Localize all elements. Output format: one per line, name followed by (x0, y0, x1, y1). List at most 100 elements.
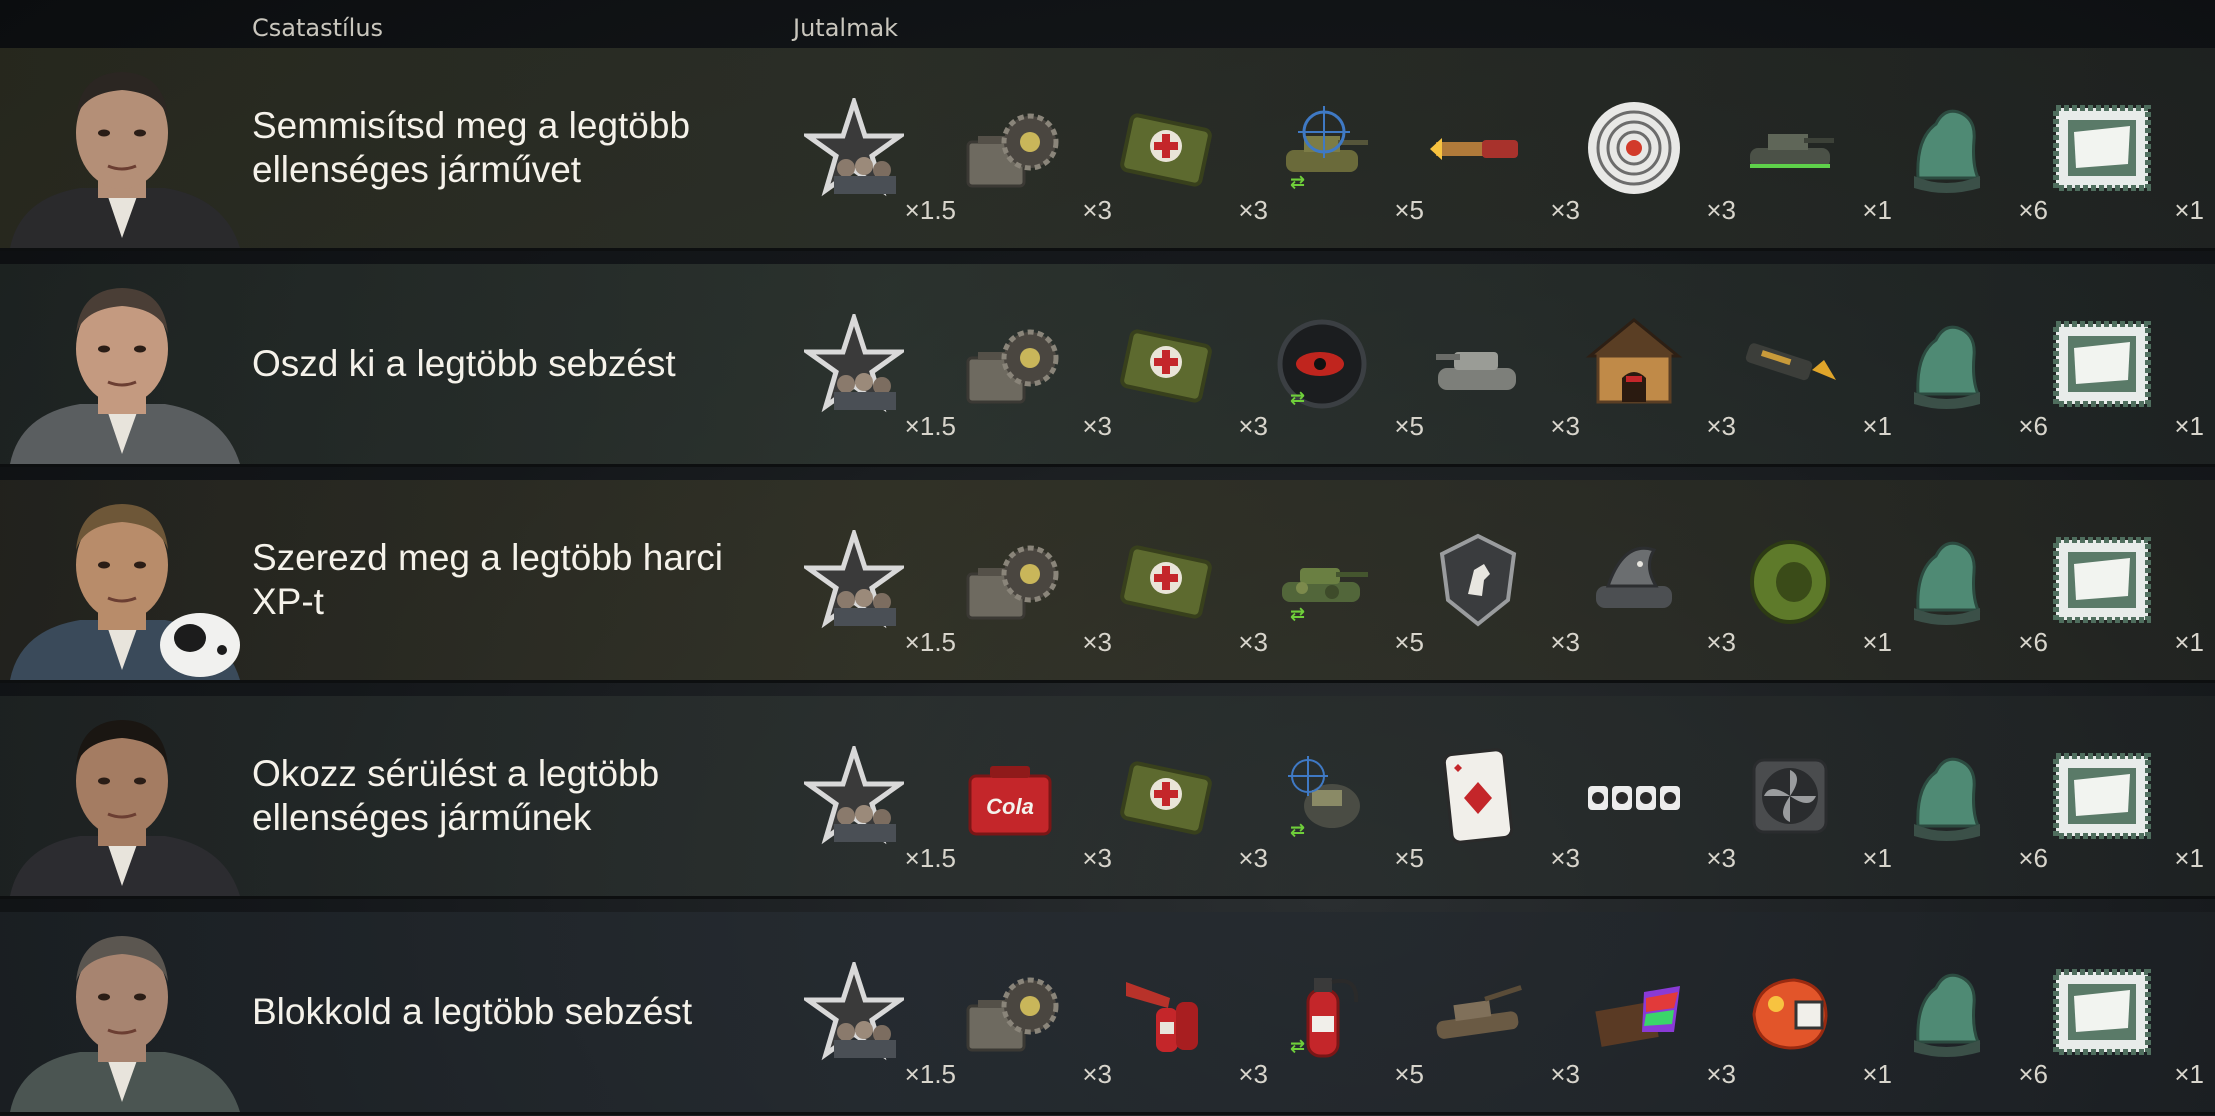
reward-item[interactable]: ×3 (1424, 48, 1580, 248)
reward-item[interactable]: ×3 (1580, 480, 1736, 680)
reward-item[interactable]: ×1.5 (800, 480, 956, 680)
crew-star-icon (800, 309, 908, 414)
target-icon (1584, 98, 1684, 198)
crew-portrait (0, 912, 245, 1112)
reward-item[interactable]: ×1.5 (800, 912, 956, 1112)
reward-item[interactable]: ×3 (1580, 264, 1736, 464)
reward-item[interactable]: ×6 (1892, 480, 2048, 680)
reward-item[interactable]: ×3 (1424, 912, 1580, 1112)
battle-style-row[interactable]: Oszd ki a legtöbb sebzést ×1.5 ×3 ×3 ⇄ ×5 ×3 ×3… (0, 264, 2215, 467)
reward-item[interactable]: ×3 (956, 48, 1112, 248)
svg-text:Cola: Cola (986, 794, 1034, 819)
reward-item[interactable]: ×6 (1892, 912, 2048, 1112)
crew-portrait (0, 48, 245, 248)
reward-count: ×3 (1550, 195, 1580, 225)
reward-item[interactable]: ×3 (1112, 480, 1268, 680)
equipment-kit-icon (960, 98, 1060, 198)
reward-item[interactable]: ×1 (2048, 480, 2204, 680)
reward-count: ×5 (1394, 627, 1424, 657)
battle-style-row[interactable]: Semmisítsd meg a legtöbb ellenséges járm… (0, 48, 2215, 251)
reward-item[interactable]: ×1.5 (800, 48, 956, 248)
wrecked-tank-icon (1428, 962, 1528, 1062)
deer-emblem-icon (1428, 530, 1528, 630)
equipment-kit-icon (960, 314, 1060, 414)
document-stamp-icon (2052, 962, 2152, 1062)
goat-emblem-icon (1896, 314, 1996, 414)
reward-item[interactable]: ×1 (1736, 696, 1892, 896)
reward-count: ×5 (1394, 411, 1424, 441)
reward-count: ×3 (1550, 843, 1580, 873)
reward-count: ×6 (2018, 843, 2048, 873)
battle-style-row[interactable]: Okozz sérülést a legtöbb ellenséges járm… (0, 696, 2215, 899)
reward-count: ×1 (1862, 627, 1892, 657)
reward-count: ×3 (1238, 627, 1268, 657)
header-rewards: Jutalmak (793, 14, 899, 42)
reward-item[interactable]: ×1 (2048, 912, 2204, 1112)
reward-item[interactable]: ×1 (1736, 480, 1892, 680)
battle-style-row[interactable]: Szerezd meg a legtöbb harci XP-t ×1.5 ×3 ×3… (0, 480, 2215, 683)
reward-item[interactable]: ×1 (2048, 696, 2204, 896)
reward-item[interactable]: ×3 (1424, 480, 1580, 680)
reward-item[interactable]: ×3 (1580, 48, 1736, 248)
equipment-kit-icon (960, 530, 1060, 630)
reward-item[interactable]: ⇄ ×5 (1268, 480, 1424, 680)
reward-count: ×3 (1238, 411, 1268, 441)
battle-style-title: Semmisítsd meg a legtöbb ellenséges járm… (252, 105, 691, 190)
reward-count: ×3 (1238, 843, 1268, 873)
document-stamp-icon (2052, 746, 2152, 846)
reward-item[interactable]: ×3 (956, 912, 1112, 1112)
reward-item[interactable]: ×3 (1112, 264, 1268, 464)
reward-count: ×5 (1394, 195, 1424, 225)
camo-tank-icon (1272, 530, 1372, 630)
reward-count: ×3 (1706, 1059, 1736, 1089)
reward-item[interactable]: ⇄ ×5 (1268, 696, 1424, 896)
first-aid-kit-icon (1116, 530, 1216, 630)
reward-item[interactable]: ×3 (956, 480, 1112, 680)
reward-item[interactable]: ⇄ ×5 (1268, 48, 1424, 248)
green-disc-icon (1740, 530, 1840, 630)
document-stamp-icon (2052, 98, 2152, 198)
horn-bottles-icon (1116, 962, 1216, 1062)
reward-item[interactable]: ×3 (1112, 696, 1268, 896)
reward-count: ×6 (2018, 627, 2048, 657)
reward-item[interactable]: ×3 (1424, 264, 1580, 464)
reward-item[interactable]: ×1 (2048, 48, 2204, 248)
reward-count: ×1 (1862, 1059, 1892, 1089)
reward-item[interactable]: ×1 (1736, 48, 1892, 248)
reward-item[interactable]: Cola ×3 (956, 696, 1112, 896)
reward-item[interactable]: ×3 (1112, 912, 1268, 1112)
reward-item[interactable]: ×1 (1736, 264, 1892, 464)
reward-count: ×3 (1238, 1059, 1268, 1089)
document-stamp-icon (2052, 530, 2152, 630)
reward-count: ×1 (1862, 843, 1892, 873)
reward-item[interactable]: ×3 (1580, 696, 1736, 896)
turret-target-icon (1272, 746, 1372, 846)
reward-count: ×3 (1082, 411, 1112, 441)
reward-item[interactable]: ×1.5 (800, 264, 956, 464)
reward-item[interactable]: ⇄ ×5 (1268, 264, 1424, 464)
battle-style-row[interactable]: Blokkold a legtöbb sebzést ×1.5 ×3 ×3 ⇄ ×5 ×3 ×… (0, 912, 2215, 1115)
reward-item[interactable]: ×1.5 (800, 696, 956, 896)
reward-item[interactable]: ×1 (2048, 264, 2204, 464)
reward-item[interactable]: ×3 (1580, 912, 1736, 1112)
reward-count: ×6 (2018, 1059, 2048, 1089)
reward-item[interactable]: ×3 (956, 264, 1112, 464)
tank-target-icon (1272, 98, 1372, 198)
reward-count: ×1 (2174, 627, 2204, 657)
reward-count: ×1 (1862, 195, 1892, 225)
reward-item[interactable]: ×3 (1112, 48, 1268, 248)
reward-item[interactable]: ×3 (1424, 696, 1580, 896)
reward-count: ×3 (1238, 195, 1268, 225)
reward-item[interactable]: ×6 (1892, 264, 2048, 464)
battle-style-title: Blokkold a legtöbb sebzést (252, 991, 693, 1032)
reward-item[interactable]: ×6 (1892, 696, 2048, 896)
reward-count: ×1 (1862, 411, 1892, 441)
shark-tank-icon (1584, 530, 1684, 630)
reward-item[interactable]: ×6 (1892, 48, 2048, 248)
reward-count: ×3 (1550, 1059, 1580, 1089)
reward-count: ×1.5 (904, 843, 956, 873)
fire-extinguisher-icon (1272, 962, 1372, 1062)
reward-count: ×1 (2174, 1059, 2204, 1089)
reward-item[interactable]: ⇄ ×5 (1268, 912, 1424, 1112)
reward-item[interactable]: ×1 (1736, 912, 1892, 1112)
